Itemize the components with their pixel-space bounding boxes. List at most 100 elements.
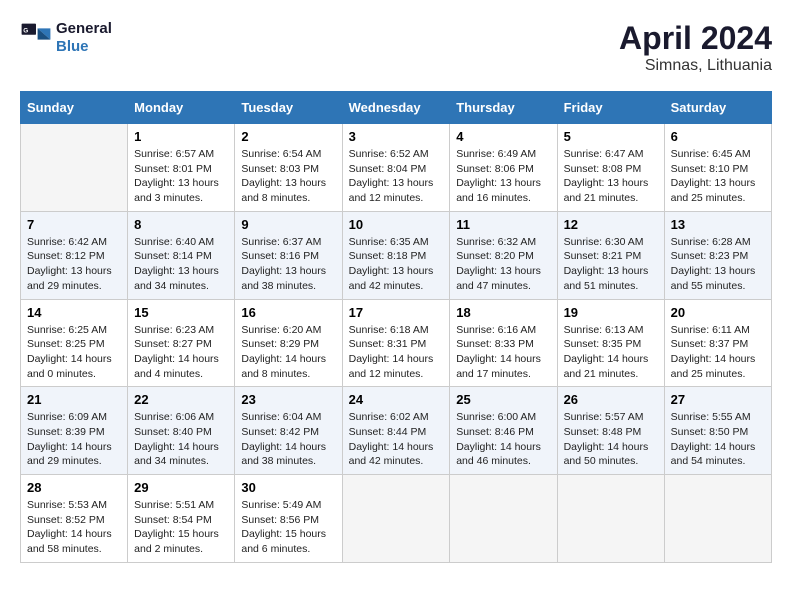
- week-row-4: 21Sunrise: 6:09 AMSunset: 8:39 PMDayligh…: [21, 387, 772, 475]
- day-info: Sunrise: 6:30 AMSunset: 8:21 PMDaylight:…: [564, 235, 658, 294]
- day-info: Sunrise: 5:51 AMSunset: 8:54 PMDaylight:…: [134, 498, 228, 557]
- day-info: Sunrise: 6:54 AMSunset: 8:03 PMDaylight:…: [241, 147, 335, 206]
- logo-text: General Blue: [56, 20, 112, 56]
- day-number: 15: [134, 305, 228, 320]
- day-number: 18: [456, 305, 550, 320]
- day-number: 3: [349, 129, 444, 144]
- calendar-cell: 5Sunrise: 6:47 AMSunset: 8:08 PMDaylight…: [557, 124, 664, 212]
- day-number: 12: [564, 217, 658, 232]
- calendar-cell: 28 Sunrise: 5:53 AMSunset: 8:52 PMDayligh…: [21, 475, 128, 563]
- day-info: Sunrise: 6:35 AMSunset: 8:18 PMDaylight:…: [349, 235, 444, 294]
- day-info: Sunrise: 6:16 AMSunset: 8:33 PMDaylight:…: [456, 323, 550, 382]
- day-number: 14: [27, 305, 121, 320]
- calendar-cell: 12 Sunrise: 6:30 AMSunset: 8:21 PMDayligh…: [557, 211, 664, 299]
- calendar-cell: 27 Sunrise: 5:55 AMSunset: 8:50 PMDayligh…: [664, 387, 771, 475]
- calendar-cell: 8 Sunrise: 6:40 AMSunset: 8:14 PMDaylight…: [128, 211, 235, 299]
- day-number: 30: [241, 480, 335, 495]
- calendar-cell: 20 Sunrise: 6:11 AMSunset: 8:37 PMDayligh…: [664, 299, 771, 387]
- day-number: 7: [27, 217, 121, 232]
- day-number: 6: [671, 129, 765, 144]
- day-info: Sunrise: 6:52 AMSunset: 8:04 PMDaylight:…: [349, 147, 444, 206]
- day-info: Sunrise: 6:49 AMSunset: 8:06 PMDaylight:…: [456, 147, 550, 206]
- day-number: 10: [349, 217, 444, 232]
- page-subtitle: Simnas, Lithuania: [619, 57, 772, 75]
- calendar-cell: 26 Sunrise: 5:57 AMSunset: 8:48 PMDayligh…: [557, 387, 664, 475]
- day-number: 4: [456, 129, 550, 144]
- calendar-cell: 24 Sunrise: 6:02 AMSunset: 8:44 PMDayligh…: [342, 387, 450, 475]
- calendar-cell: 7 Sunrise: 6:42 AMSunset: 8:12 PMDaylight…: [21, 211, 128, 299]
- calendar-header-row: SundayMondayTuesdayWednesdayThursdayFrid…: [21, 92, 772, 124]
- day-number: 1: [134, 129, 228, 144]
- calendar-cell: 30 Sunrise: 5:49 AMSunset: 8:56 PMDayligh…: [235, 475, 342, 563]
- calendar-cell: 18 Sunrise: 6:16 AMSunset: 8:33 PMDayligh…: [450, 299, 557, 387]
- day-number: 19: [564, 305, 658, 320]
- header-tuesday: Tuesday: [235, 92, 342, 124]
- day-number: 27: [671, 392, 765, 407]
- calendar-cell: 10 Sunrise: 6:35 AMSunset: 8:18 PMDayligh…: [342, 211, 450, 299]
- day-info: Sunrise: 6:20 AMSunset: 8:29 PMDaylight:…: [241, 323, 335, 382]
- day-number: 21: [27, 392, 121, 407]
- calendar-cell: [450, 475, 557, 563]
- day-number: 2: [241, 129, 335, 144]
- day-number: 29: [134, 480, 228, 495]
- day-number: 26: [564, 392, 658, 407]
- day-number: 13: [671, 217, 765, 232]
- day-info: Sunrise: 6:00 AMSunset: 8:46 PMDaylight:…: [456, 410, 550, 469]
- calendar-table: SundayMondayTuesdayWednesdayThursdayFrid…: [20, 91, 772, 563]
- day-info: Sunrise: 6:37 AMSunset: 8:16 PMDaylight:…: [241, 235, 335, 294]
- calendar-cell: 3 Sunrise: 6:52 AMSunset: 8:04 PMDaylight…: [342, 124, 450, 212]
- day-info: Sunrise: 5:57 AMSunset: 8:48 PMDaylight:…: [564, 410, 658, 469]
- calendar-cell: 17 Sunrise: 6:18 AMSunset: 8:31 PMDayligh…: [342, 299, 450, 387]
- day-number: 28: [27, 480, 121, 495]
- day-number: 5: [564, 129, 658, 144]
- svg-text:G: G: [23, 27, 28, 34]
- day-info: Sunrise: 6:02 AMSunset: 8:44 PMDaylight:…: [349, 410, 444, 469]
- week-row-1: 1 Sunrise: 6:57 AMSunset: 8:01 PMDaylight…: [21, 124, 772, 212]
- week-row-2: 7 Sunrise: 6:42 AMSunset: 8:12 PMDaylight…: [21, 211, 772, 299]
- day-info: Sunrise: 6:40 AMSunset: 8:14 PMDaylight:…: [134, 235, 228, 294]
- calendar-cell: 21Sunrise: 6:09 AMSunset: 8:39 PMDayligh…: [21, 387, 128, 475]
- day-number: 9: [241, 217, 335, 232]
- week-row-5: 28 Sunrise: 5:53 AMSunset: 8:52 PMDayligh…: [21, 475, 772, 563]
- calendar-cell: 13 Sunrise: 6:28 AMSunset: 8:23 PMDayligh…: [664, 211, 771, 299]
- calendar-cell: [557, 475, 664, 563]
- calendar-cell: 22Sunrise: 6:06 AMSunset: 8:40 PMDayligh…: [128, 387, 235, 475]
- calendar-cell: [21, 124, 128, 212]
- calendar-cell: 2 Sunrise: 6:54 AMSunset: 8:03 PMDaylight…: [235, 124, 342, 212]
- day-info: Sunrise: 5:55 AMSunset: 8:50 PMDaylight:…: [671, 410, 765, 469]
- day-info: Sunrise: 6:57 AMSunset: 8:01 PMDaylight:…: [134, 147, 228, 206]
- page-header: G General Blue April 2024 Simnas, Lithua…: [20, 20, 772, 75]
- calendar-cell: [342, 475, 450, 563]
- header-wednesday: Wednesday: [342, 92, 450, 124]
- header-thursday: Thursday: [450, 92, 557, 124]
- calendar-cell: 4 Sunrise: 6:49 AMSunset: 8:06 PMDaylight…: [450, 124, 557, 212]
- header-sunday: Sunday: [21, 92, 128, 124]
- calendar-cell: 1 Sunrise: 6:57 AMSunset: 8:01 PMDaylight…: [128, 124, 235, 212]
- day-number: 17: [349, 305, 444, 320]
- calendar-cell: 29 Sunrise: 5:51 AMSunset: 8:54 PMDayligh…: [128, 475, 235, 563]
- day-number: 8: [134, 217, 228, 232]
- header-monday: Monday: [128, 92, 235, 124]
- day-info: Sunrise: 6:06 AMSunset: 8:40 PMDaylight:…: [134, 410, 228, 469]
- calendar-cell: 19Sunrise: 6:13 AMSunset: 8:35 PMDayligh…: [557, 299, 664, 387]
- day-info: Sunrise: 6:11 AMSunset: 8:37 PMDaylight:…: [671, 323, 765, 382]
- day-info: Sunrise: 5:49 AMSunset: 8:56 PMDaylight:…: [241, 498, 335, 557]
- page-title: April 2024: [619, 20, 772, 57]
- day-info: Sunrise: 6:25 AMSunset: 8:25 PMDaylight:…: [27, 323, 121, 382]
- calendar-cell: 15 Sunrise: 6:23 AMSunset: 8:27 PMDayligh…: [128, 299, 235, 387]
- calendar-cell: 11Sunrise: 6:32 AMSunset: 8:20 PMDayligh…: [450, 211, 557, 299]
- calendar-cell: 23 Sunrise: 6:04 AMSunset: 8:42 PMDayligh…: [235, 387, 342, 475]
- day-info: Sunrise: 6:42 AMSunset: 8:12 PMDaylight:…: [27, 235, 121, 294]
- day-number: 20: [671, 305, 765, 320]
- day-info: Sunrise: 6:04 AMSunset: 8:42 PMDaylight:…: [241, 410, 335, 469]
- day-info: Sunrise: 5:53 AMSunset: 8:52 PMDaylight:…: [27, 498, 121, 557]
- header-friday: Friday: [557, 92, 664, 124]
- day-info: Sunrise: 6:28 AMSunset: 8:23 PMDaylight:…: [671, 235, 765, 294]
- calendar-cell: 9 Sunrise: 6:37 AMSunset: 8:16 PMDaylight…: [235, 211, 342, 299]
- day-number: 23: [241, 392, 335, 407]
- day-info: Sunrise: 6:23 AMSunset: 8:27 PMDaylight:…: [134, 323, 228, 382]
- day-number: 24: [349, 392, 444, 407]
- day-info: Sunrise: 6:18 AMSunset: 8:31 PMDaylight:…: [349, 323, 444, 382]
- calendar-cell: 14 Sunrise: 6:25 AMSunset: 8:25 PMDayligh…: [21, 299, 128, 387]
- day-number: 11: [456, 217, 550, 232]
